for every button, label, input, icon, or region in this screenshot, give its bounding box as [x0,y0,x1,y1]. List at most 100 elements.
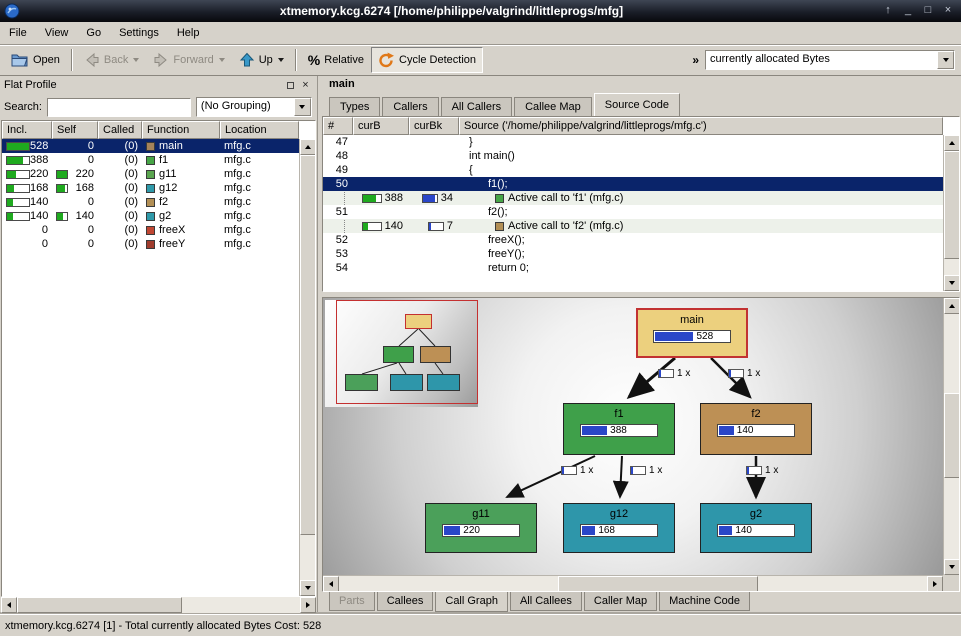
graph-node-f1[interactable]: f1 388 [563,403,675,455]
scroll-down-button[interactable] [944,559,960,575]
table-row-g11[interactable]: 220 220 (0) g11 mfg.c [2,167,299,181]
menu-settings[interactable]: Settings [110,23,168,43]
node-label: f2 [751,408,760,420]
scroll-left-button[interactable] [1,597,17,613]
active-call-row-f2[interactable]: 140 7 Active call to 'f2' (mfg.c) [323,219,943,233]
tab-caller-map[interactable]: Caller Map [584,592,657,611]
column-header-curBk[interactable]: curBk [409,117,459,135]
menu-file[interactable]: File [0,23,36,43]
event-type-combobox[interactable]: currently allocated Bytes [705,50,955,70]
tab-types[interactable]: Types [329,97,380,116]
dock-header[interactable]: Flat Profile × [0,76,317,94]
forward-button[interactable]: Forward [146,47,231,73]
scroll-down-button[interactable] [944,275,960,291]
column-header-source[interactable]: Source ('/home/philippe/valgrind/littlep… [459,117,943,135]
table-row-f1[interactable]: 388 0 (0) f1 mfg.c [2,153,299,167]
column-header-location[interactable]: Location [220,121,299,139]
scroll-up-button[interactable] [944,298,960,314]
node-label: g2 [750,508,762,520]
graph-node-g11[interactable]: g11 220 [425,503,537,553]
tab-machine-code[interactable]: Machine Code [659,592,750,611]
grouping-combobox[interactable]: (No Grouping) [196,97,312,117]
source-line[interactable]: 49 { [323,163,943,177]
relative-toggle-button[interactable]: % Relative [301,47,371,73]
column-header-called[interactable]: Called [98,121,142,139]
tab-callee-map[interactable]: Callee Map [514,97,592,116]
combo-arrow-button[interactable] [937,51,954,69]
shade-button[interactable]: ↑ [879,3,897,19]
active-call-row-f1[interactable]: 388 34 Active call to 'f1' (mfg.c) [323,191,943,205]
combo-arrow-button[interactable] [294,98,311,116]
tab-all-callers[interactable]: All Callers [441,97,513,116]
scrollbar-thumb[interactable] [17,597,182,613]
graph-node-f2[interactable]: f2 140 [700,403,812,455]
search-label: Search: [4,101,42,113]
scrollbar-thumb[interactable] [558,576,758,592]
flat-profile-horizontal-scrollbar[interactable] [1,597,316,613]
source-vertical-scrollbar[interactable] [943,135,959,291]
menu-help[interactable]: Help [168,23,209,43]
scroll-down-button[interactable] [300,580,316,596]
column-header-curB[interactable]: curB [353,117,409,135]
source-line-selected[interactable]: 50 f1(); [323,177,943,191]
source-line[interactable]: 48 int main() [323,149,943,163]
minimize-button[interactable]: _ [899,3,917,19]
source-line[interactable]: 53 freeY(); [323,247,943,261]
scrollbar-thumb[interactable] [944,151,960,259]
back-button[interactable]: Back [77,47,146,73]
maximize-button[interactable]: □ [919,3,937,19]
open-button[interactable]: Open [4,47,67,73]
graph-overview-minimap[interactable] [325,300,478,407]
graph-node-g12[interactable]: g12 168 [563,503,675,553]
dock-close-button[interactable]: × [298,79,313,92]
column-header-function[interactable]: Function [142,121,220,139]
tab-parts[interactable]: Parts [329,592,375,611]
table-row-g12[interactable]: 168 168 (0) g12 mfg.c [2,181,299,195]
graph-horizontal-scrollbar[interactable] [323,575,943,591]
graph-vertical-scrollbar[interactable] [943,298,959,575]
column-header-self[interactable]: Self [52,121,98,139]
column-header-line[interactable]: # [323,117,353,135]
up-button[interactable]: Up [232,47,291,73]
scroll-left-button[interactable] [323,576,339,592]
scroll-up-button[interactable] [300,139,316,155]
scroll-up-button[interactable] [944,135,960,151]
tab-all-callees[interactable]: All Callees [510,592,582,611]
table-row-main[interactable]: 528 0 (0) main mfg.c [2,139,299,153]
graph-node-g2[interactable]: g2 140 [700,503,812,553]
table-row-freeY[interactable]: 0 0 (0) freeY mfg.c [2,237,299,251]
flat-profile-vertical-scrollbar[interactable] [299,139,315,596]
source-line[interactable]: 52 freeX(); [323,233,943,247]
dock-float-button[interactable] [283,79,298,92]
menu-go[interactable]: Go [77,23,110,43]
up-dropdown-icon[interactable] [278,58,284,62]
table-row-f2[interactable]: 140 0 (0) f2 mfg.c [2,195,299,209]
toolbar-overflow-button[interactable]: » [686,53,705,67]
table-row-g2[interactable]: 140 140 (0) g2 mfg.c [2,209,299,223]
column-header-incl[interactable]: Incl. [2,121,52,139]
forward-dropdown-icon[interactable] [219,58,225,62]
cycle-detection-toggle-button[interactable]: Cycle Detection [371,47,483,73]
table-row-freeX[interactable]: 0 0 (0) freeX mfg.c [2,223,299,237]
app-icon [4,3,20,19]
close-button[interactable]: × [939,3,957,19]
tab-callers[interactable]: Callers [382,97,438,116]
tab-callees[interactable]: Callees [377,592,434,611]
source-line[interactable]: 47 } [323,135,943,149]
tab-call-graph[interactable]: Call Graph [435,591,508,612]
scrollbar-thumb[interactable] [944,393,960,478]
scroll-right-button[interactable] [927,576,943,592]
back-dropdown-icon[interactable] [133,58,139,62]
call-graph-view[interactable]: main 528 f1 388 f2 140 g11 220 g12 168 [322,297,960,592]
function-color-icon [146,212,155,221]
graph-node-main[interactable]: main 528 [636,308,748,358]
tab-source-code[interactable]: Source Code [594,93,680,116]
menu-view[interactable]: View [36,23,78,43]
scrollbar-thumb[interactable] [300,155,316,535]
source-line[interactable]: 51 f2(); [323,205,943,219]
scroll-right-button[interactable] [300,597,316,613]
titlebar[interactable]: xtmemory.kcg.6274 [/home/philippe/valgri… [0,0,961,22]
source-line[interactable]: 54 return 0; [323,261,943,275]
minimap-viewport-rect[interactable] [336,300,478,404]
search-input[interactable] [47,98,191,117]
